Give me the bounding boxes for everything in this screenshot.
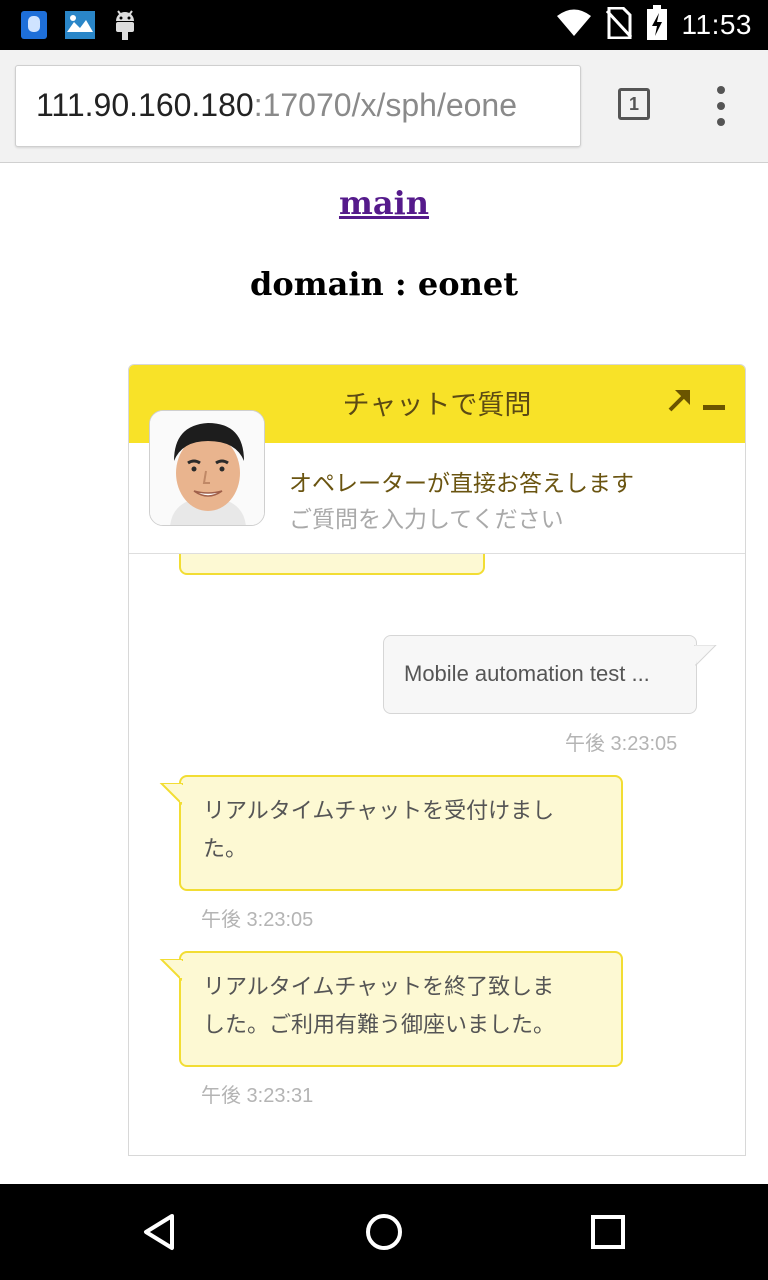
notification-icons xyxy=(20,9,138,45)
home-icon[interactable] xyxy=(360,1208,408,1256)
chat-widget: Mobile automation test ... 午後 3:23:05 リア… xyxy=(128,364,746,1156)
message-timestamp: 午後 3:23:05 xyxy=(201,909,314,931)
operator-message-line: した。ご利用有難う御座いました。 xyxy=(203,1013,556,1038)
message-timestamp: 午後 3:23:31 xyxy=(201,1085,314,1107)
back-icon[interactable] xyxy=(136,1208,184,1256)
user-bubble-tail xyxy=(694,645,717,667)
android-debug-icon xyxy=(112,9,138,45)
status-bar: 11:53 xyxy=(0,0,768,50)
operator-intro-text: オペレーターが直接お答えします xyxy=(289,471,634,497)
browser-toolbar: 111.90.160.180:17070/x/sph/eone 1 xyxy=(0,50,768,163)
user-message-bubble: Mobile automation test ... xyxy=(383,635,697,714)
app-notification-icon xyxy=(20,10,48,44)
main-link-container: main xyxy=(0,184,768,222)
url-path: :17070/x/sph/eone xyxy=(253,87,518,123)
operator-message-bubble: リアルタイムチャットを受付けまし た。 xyxy=(179,775,623,891)
tab-switcher-button[interactable]: 1 xyxy=(618,88,650,120)
address-bar[interactable]: 111.90.160.180:17070/x/sph/eone xyxy=(15,65,581,147)
operator-message-bubble: リアルタイムチャットを終了致しま した。ご利用有難う御座いました。 xyxy=(179,951,623,1067)
operator-message-line: た。 xyxy=(203,837,248,862)
recents-icon[interactable] xyxy=(584,1208,632,1256)
battery-charging-icon xyxy=(646,5,668,45)
chat-input-placeholder[interactable]: ご質問を入力してください xyxy=(289,500,564,534)
operator-bubble-tail xyxy=(159,783,183,805)
message-timestamp: 午後 3:23:05 xyxy=(565,733,678,755)
operator-avatar xyxy=(149,410,265,526)
clock: 11:53 xyxy=(681,9,752,40)
system-icons: 11:53 xyxy=(556,0,753,50)
minimize-icon[interactable] xyxy=(703,405,725,410)
navigation-bar xyxy=(0,1184,768,1280)
expand-icon[interactable] xyxy=(667,387,693,413)
main-link[interactable]: main xyxy=(339,184,429,222)
url-host: 111.90.160.180 xyxy=(36,87,254,123)
operator-bubble-tail xyxy=(159,959,183,981)
domain-heading: domain : eonet xyxy=(250,265,518,303)
operator-message-line: リアルタイムチャットを受付けまし xyxy=(203,799,555,824)
photo-notification-icon xyxy=(64,10,96,44)
no-sim-icon xyxy=(605,6,632,43)
operator-message-line: リアルタイムチャットを終了致しま xyxy=(203,975,555,1000)
url-text: 111.90.160.180:17070/x/sph/eone xyxy=(36,87,517,123)
wifi-icon xyxy=(556,9,592,41)
user-message-text: Mobile automation test ... xyxy=(404,661,650,686)
overflow-menu-icon[interactable] xyxy=(712,86,730,126)
